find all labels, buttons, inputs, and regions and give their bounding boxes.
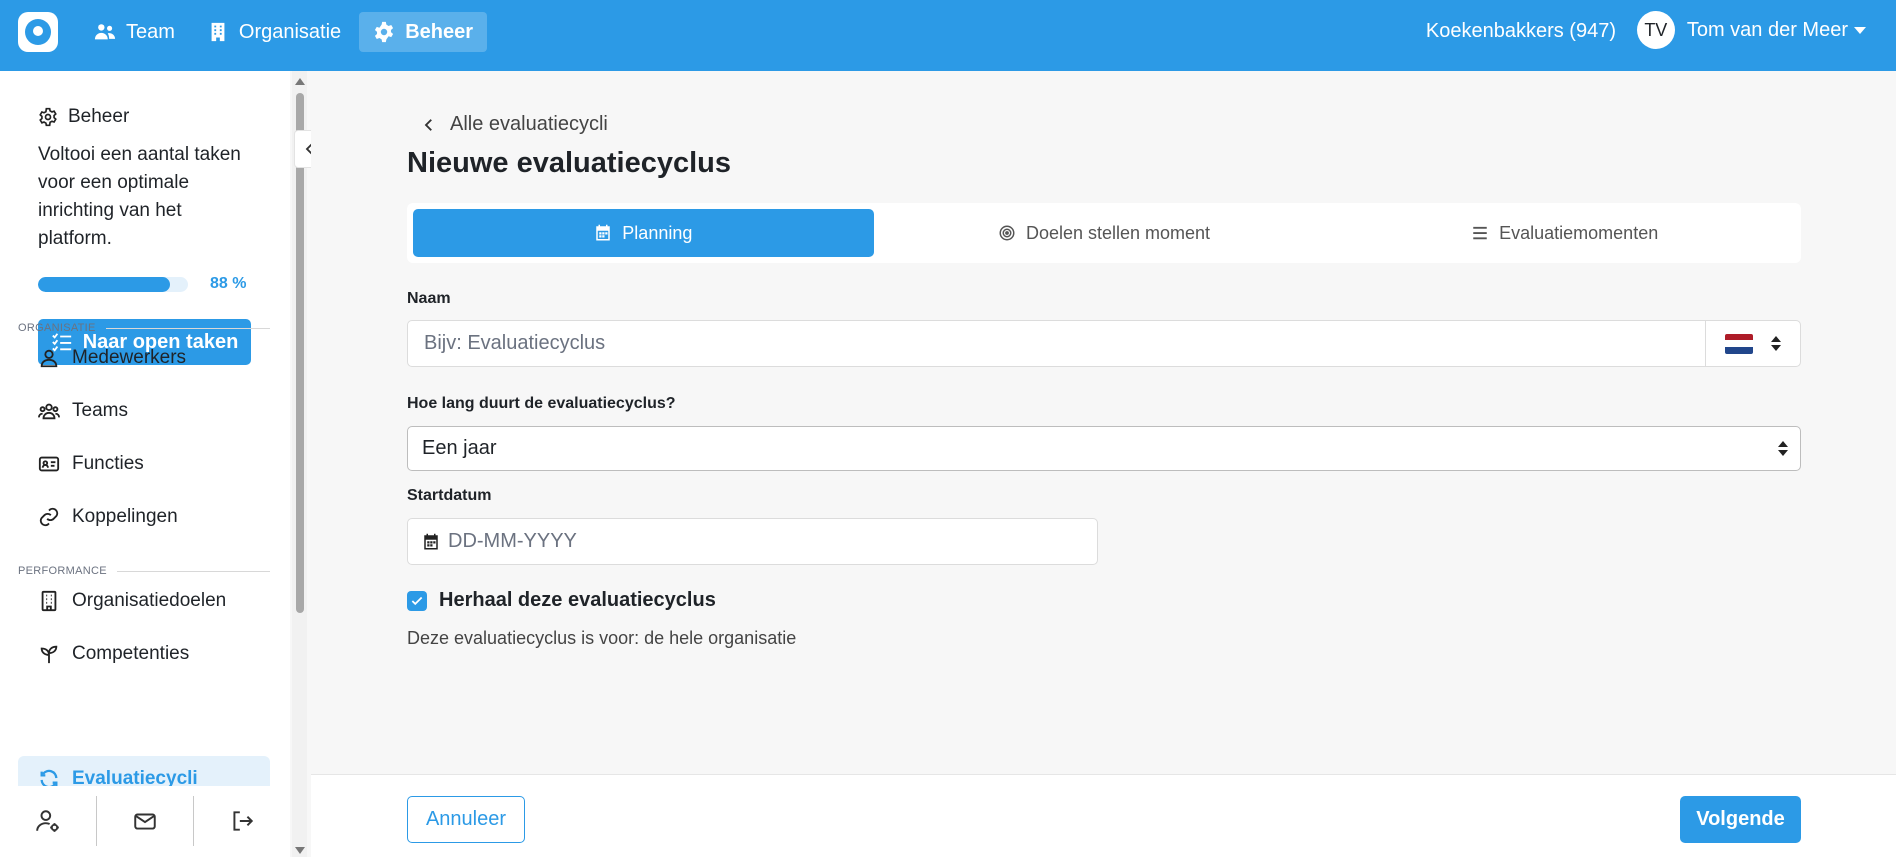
check-icon bbox=[411, 596, 423, 605]
id-card-icon bbox=[38, 456, 60, 472]
sidebar-item-functies[interactable]: Functies bbox=[18, 441, 270, 487]
sidebar-item-organisatiedoelen[interactable]: Organisatiedoelen bbox=[18, 578, 270, 624]
start-date-label: Startdatum bbox=[407, 487, 492, 504]
sidebar-title: Beheer bbox=[38, 106, 129, 128]
users-icon bbox=[94, 24, 116, 40]
building-icon bbox=[41, 590, 57, 612]
scroll-up-arrow[interactable] bbox=[295, 78, 305, 85]
logout-icon bbox=[233, 811, 254, 831]
chevron-left-icon bbox=[424, 118, 432, 131]
scroll-down-arrow[interactable] bbox=[295, 847, 305, 854]
main-nav: Team Organisatie Beheer bbox=[80, 12, 487, 52]
gear-icon bbox=[375, 21, 394, 43]
language-select[interactable] bbox=[1705, 321, 1800, 366]
scope-text: Deze evaluatiecyclus is voor: de hele or… bbox=[407, 628, 797, 648]
chevron-down-icon bbox=[1854, 26, 1866, 34]
tab-doelen-stellen-moment[interactable]: Doelen stellen moment bbox=[874, 209, 1335, 257]
avatar: TV bbox=[1636, 11, 1675, 49]
sidebar-footer bbox=[0, 786, 290, 857]
tab-evaluatiemomenten[interactable]: Evaluatiemomenten bbox=[1334, 209, 1795, 257]
nl-flag-icon bbox=[1725, 333, 1753, 354]
duration-select[interactable]: Een jaar bbox=[407, 426, 1801, 471]
calendar-icon bbox=[424, 533, 438, 549]
sidebar-item-label: Koppelingen bbox=[72, 506, 178, 527]
cancel-button[interactable]: Annuleer bbox=[407, 796, 525, 843]
nav-beheer-label: Beheer bbox=[405, 20, 473, 43]
sort-icon bbox=[1778, 441, 1788, 456]
sort-icon bbox=[1771, 336, 1781, 351]
user-menu[interactable]: TV Tom van der Meer bbox=[1636, 10, 1866, 50]
name-label: Naam bbox=[407, 290, 451, 307]
logout-button[interactable] bbox=[194, 796, 290, 846]
setup-progress-bar bbox=[38, 277, 188, 292]
sidebar-scrollbar[interactable] bbox=[292, 71, 307, 857]
nav-organisatie-label: Organisatie bbox=[238, 20, 342, 43]
start-date-placeholder: DD-MM-YYYY bbox=[448, 530, 577, 552]
sidebar-item-koppelingen[interactable]: Koppelingen bbox=[18, 494, 270, 540]
name-input[interactable]: Bijv: Evaluatiecyclus bbox=[407, 320, 1801, 367]
messages-button[interactable] bbox=[97, 796, 194, 846]
sidebar-item-label: Functies bbox=[72, 453, 144, 474]
back-link[interactable]: Alle evaluatiecycli bbox=[420, 113, 608, 136]
page-title: Nieuwe evaluatiecyclus bbox=[407, 147, 731, 179]
user-settings-icon bbox=[36, 810, 59, 832]
scroll-thumb[interactable] bbox=[296, 93, 304, 613]
sidebar-item-label: Teams bbox=[72, 400, 128, 421]
link-icon bbox=[39, 507, 59, 527]
calendar-icon bbox=[596, 224, 611, 241]
start-date-input[interactable]: DD-MM-YYYY bbox=[407, 518, 1098, 565]
sidebar-item-label: Medewerkers bbox=[72, 347, 187, 368]
app-logo[interactable] bbox=[18, 12, 58, 52]
progress-percentage: 88 % bbox=[210, 275, 247, 292]
gear-icon bbox=[39, 107, 57, 127]
nav-team-label: Team bbox=[126, 20, 175, 43]
nav-beheer[interactable]: Beheer bbox=[359, 12, 487, 52]
user-settings-button[interactable] bbox=[0, 796, 97, 846]
list-icon bbox=[1473, 226, 1487, 240]
organization-name[interactable]: Koekenbakkers (947) bbox=[1426, 20, 1616, 43]
mail-icon bbox=[134, 813, 156, 830]
back-link-label: Alle evaluatiecycli bbox=[450, 113, 608, 135]
tab-label: Evaluatiemomenten bbox=[1499, 222, 1659, 243]
nav-team[interactable]: Team bbox=[80, 12, 189, 52]
sidebar-title-label: Beheer bbox=[68, 106, 130, 127]
target-icon bbox=[999, 225, 1015, 241]
step-tabs: Planning Doelen stellen moment Evaluatie… bbox=[407, 203, 1801, 263]
sidebar: Beheer Voltooi een aantal taken voor een… bbox=[0, 71, 290, 857]
repeat-checkbox-row[interactable]: Herhaal deze evaluatiecyclus bbox=[407, 589, 716, 612]
user-name: Tom van der Meer bbox=[1686, 18, 1848, 41]
sidebar-item-medewerkers[interactable]: Medewerkers bbox=[18, 335, 270, 381]
duration-value: Een jaar bbox=[422, 437, 497, 459]
section-label-organisatie: ORGANISATIE bbox=[18, 322, 270, 334]
repeat-checkbox[interactable] bbox=[407, 590, 427, 611]
sidebar-item-competenties[interactable]: Competenties bbox=[18, 631, 270, 677]
sidebar-item-teams[interactable]: Teams bbox=[18, 388, 270, 434]
name-input-placeholder: Bijv: Evaluatiecyclus bbox=[424, 332, 606, 354]
tab-label: Planning bbox=[622, 222, 693, 243]
top-navigation-bar: Team Organisatie Beheer Koekenbakkers (9… bbox=[0, 0, 1896, 71]
tab-planning[interactable]: Planning bbox=[413, 209, 874, 257]
user-icon bbox=[40, 349, 58, 368]
duration-label: Hoe lang duurt de evaluatiecyclus? bbox=[407, 395, 676, 412]
next-button[interactable]: Volgende bbox=[1680, 796, 1801, 843]
seedling-icon bbox=[40, 645, 58, 664]
progress-fill bbox=[38, 277, 170, 292]
main-content: Alle evaluatiecycli Nieuwe evaluatiecycl… bbox=[311, 71, 1896, 774]
tab-label: Doelen stellen moment bbox=[1025, 222, 1211, 243]
repeat-checkbox-label: Herhaal deze evaluatiecyclus bbox=[439, 589, 716, 611]
sidebar-item-label: Competenties bbox=[72, 643, 190, 664]
users-icon bbox=[38, 403, 60, 420]
section-label-performance: PERFORMANCE bbox=[18, 565, 270, 577]
nav-organisatie[interactable]: Organisatie bbox=[193, 12, 355, 52]
sidebar-description: Voltooi een aantal taken voor een optima… bbox=[38, 144, 241, 249]
form-footer: Annuleer Volgende bbox=[311, 774, 1896, 857]
sidebar-item-label: Organisatiedoelen bbox=[72, 590, 227, 611]
building-icon bbox=[211, 22, 225, 42]
